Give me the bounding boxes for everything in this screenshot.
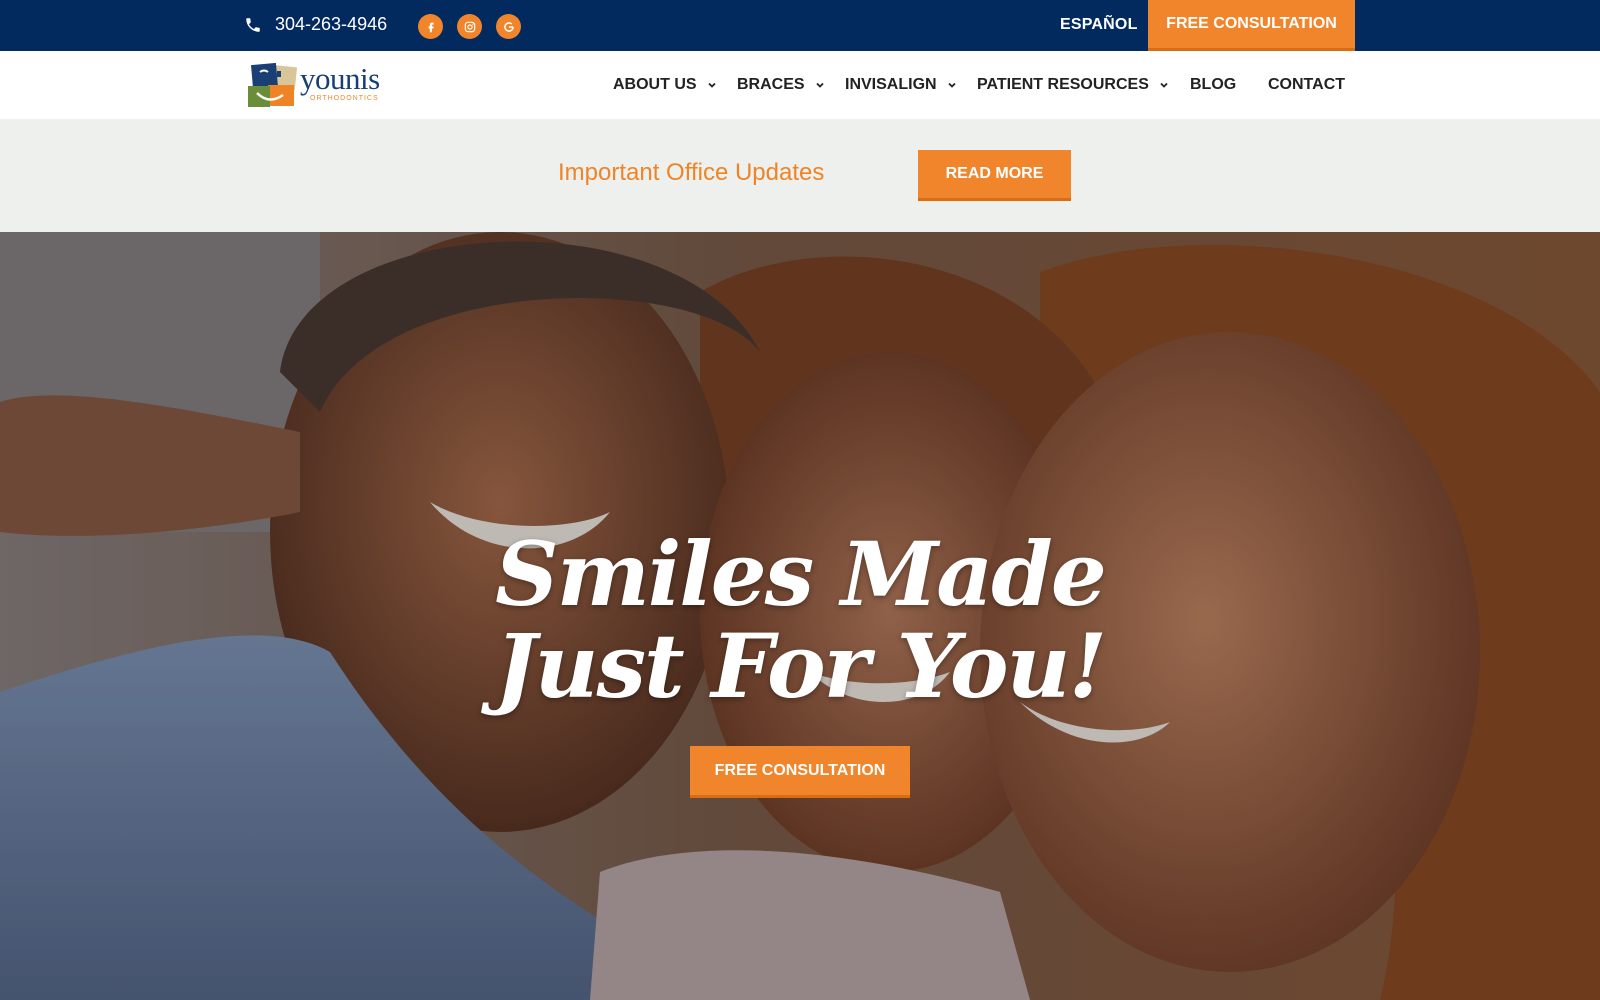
phone-number: 304-263-4946 [275, 14, 388, 34]
nav-item-patient-resources[interactable]: PATIENT RESOURCES [977, 76, 1169, 94]
instagram-icon[interactable] [457, 14, 482, 39]
chevron-down-icon [947, 82, 956, 88]
logo-mark-icon [248, 63, 298, 107]
hero-section: Smiles Made Just For You! FREE CONSULTAT… [0, 232, 1600, 1000]
free-consultation-button[interactable]: FREE CONSULTATION [1148, 0, 1355, 51]
office-updates-banner: Important Office Updates READ MORE [0, 119, 1600, 232]
nav-item-contact[interactable]: CONTACT [1268, 76, 1345, 94]
language-link[interactable]: ESPAÑOL [1060, 16, 1138, 34]
main-navigation: younis ORTHODONTICS ABOUT US BRACES INVI… [0, 51, 1600, 119]
chevron-down-icon [815, 82, 824, 88]
logo-tagline: ORTHODONTICS [310, 95, 379, 102]
logo[interactable]: younis ORTHODONTICS [248, 61, 390, 109]
phone-link[interactable]: 304-263-4946 [244, 14, 387, 35]
nav-item-label: PATIENT RESOURCES [977, 76, 1149, 93]
office-updates-text: Important Office Updates [558, 159, 825, 186]
nav-item-braces[interactable]: BRACES [737, 76, 825, 94]
nav-item-about-us[interactable]: ABOUT US [613, 76, 717, 94]
nav-item-label: ABOUT US [613, 76, 697, 93]
chevron-down-icon [707, 82, 716, 88]
read-more-button[interactable]: READ MORE [918, 150, 1071, 201]
top-bar: 304-263-4946 ESPAÑOL FREE CONSULTATION [0, 0, 1600, 51]
hero-headline-line-2: Just For You! [494, 614, 1107, 718]
nav-item-label: BRACES [737, 76, 805, 93]
hero-free-consultation-button[interactable]: FREE CONSULTATION [690, 746, 910, 798]
facebook-icon[interactable] [418, 14, 443, 39]
nav-item-label: CONTACT [1268, 76, 1346, 93]
chevron-down-icon [1160, 82, 1168, 88]
nav-item-label: BLOG [1190, 76, 1237, 93]
nav-item-label: INVISALIGN [845, 76, 937, 93]
hero-headline: Smiles Made Just For You! [0, 528, 1600, 712]
google-icon[interactable] [496, 14, 521, 39]
nav-item-invisalign[interactable]: INVISALIGN [845, 76, 957, 94]
logo-wordmark: younis [300, 61, 380, 96]
nav-item-blog[interactable]: BLOG [1190, 76, 1236, 94]
hero-headline-line-1: Smiles Made [495, 522, 1107, 626]
phone-icon [246, 17, 260, 32]
